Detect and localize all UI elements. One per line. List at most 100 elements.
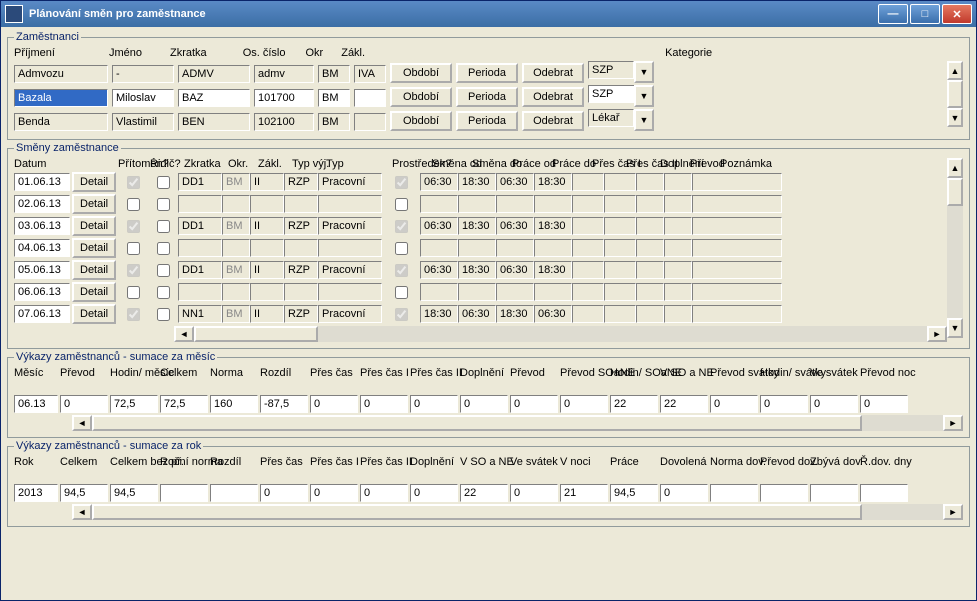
emp-prijmeni[interactable] <box>14 113 108 131</box>
employees-scrollbar[interactable]: ▲ ▼ <box>947 61 963 127</box>
titlebar[interactable]: Plánování směn pro zaměstnance — □ ✕ <box>1 1 976 27</box>
sum-value[interactable] <box>360 484 408 502</box>
odebrat-button[interactable]: Odebrat <box>522 87 584 107</box>
sum-value[interactable] <box>160 395 208 413</box>
detail-button[interactable]: Detail <box>72 172 116 192</box>
emp-jmeno[interactable] <box>112 89 174 107</box>
shift-typ[interactable] <box>318 239 382 257</box>
shift-typvyj[interactable] <box>284 217 318 235</box>
shift-zkratka[interactable] <box>178 217 222 235</box>
shift-zakl[interactable] <box>250 217 284 235</box>
sum-value[interactable] <box>710 484 758 502</box>
shift-zkratka[interactable] <box>178 195 222 213</box>
prevod[interactable] <box>664 217 692 235</box>
prescas2[interactable] <box>604 305 636 323</box>
kategorie-value[interactable] <box>588 109 634 127</box>
prescas2[interactable] <box>604 217 636 235</box>
perioda-button[interactable]: Perioda <box>456 111 518 131</box>
poznamka[interactable] <box>692 283 782 301</box>
prescas2[interactable] <box>604 195 636 213</box>
sum-value[interactable] <box>260 395 308 413</box>
emp-okr[interactable] <box>318 65 350 83</box>
shift-zakl[interactable] <box>250 261 284 279</box>
obdobi-button[interactable]: Období <box>390 87 452 107</box>
ridic-checkbox[interactable] <box>157 308 170 321</box>
sum-value[interactable] <box>560 484 608 502</box>
emp-zkratka[interactable] <box>178 65 250 83</box>
emp-jmeno[interactable] <box>112 65 174 83</box>
scroll-down-icon[interactable]: ▼ <box>947 108 963 127</box>
detail-button[interactable]: Detail <box>72 282 116 302</box>
sum-value[interactable] <box>760 484 808 502</box>
shift-typvyj[interactable] <box>284 261 318 279</box>
scroll-up-icon[interactable]: ▲ <box>947 61 963 80</box>
shift-zakl[interactable] <box>250 173 284 191</box>
prevod[interactable] <box>664 283 692 301</box>
shift-typ[interactable] <box>318 195 382 213</box>
emp-oscislo[interactable] <box>254 65 314 83</box>
prace-od[interactable] <box>496 305 534 323</box>
prevod[interactable] <box>664 195 692 213</box>
shift-zakl[interactable] <box>250 195 284 213</box>
pritomen-checkbox[interactable] <box>127 242 140 255</box>
doplneni[interactable] <box>636 195 664 213</box>
sum-value[interactable] <box>860 484 908 502</box>
sum-value[interactable] <box>660 484 708 502</box>
sum-value[interactable] <box>210 395 258 413</box>
shift-typvyj[interactable] <box>284 283 318 301</box>
prostredek-checkbox[interactable] <box>395 198 408 211</box>
kategorie-combo[interactable]: ▼ <box>588 109 654 131</box>
prostredek-checkbox[interactable] <box>395 220 408 233</box>
scroll-down-icon[interactable]: ▼ <box>947 318 963 338</box>
prescas1[interactable] <box>572 283 604 301</box>
pritomen-checkbox[interactable] <box>127 198 140 211</box>
emp-zakl[interactable] <box>354 113 386 131</box>
prace-od[interactable] <box>496 195 534 213</box>
poznamka[interactable] <box>692 261 782 279</box>
sum-value[interactable] <box>60 484 108 502</box>
perioda-button[interactable]: Perioda <box>456 63 518 83</box>
chevron-down-icon[interactable]: ▼ <box>634 109 654 131</box>
sum-value[interactable] <box>610 484 658 502</box>
shift-typ[interactable] <box>318 283 382 301</box>
prevod[interactable] <box>664 239 692 257</box>
shift-zakl[interactable] <box>250 283 284 301</box>
scroll-left-icon[interactable]: ◄ <box>174 326 194 342</box>
ridic-checkbox[interactable] <box>157 286 170 299</box>
prace-od[interactable] <box>496 239 534 257</box>
prescas1[interactable] <box>572 173 604 191</box>
sum-value[interactable] <box>460 395 508 413</box>
sum-value[interactable] <box>60 395 108 413</box>
shift-date[interactable] <box>14 261 70 279</box>
prescas1[interactable] <box>572 195 604 213</box>
prescas2[interactable] <box>604 283 636 301</box>
emp-prijmeni[interactable] <box>14 89 108 107</box>
sum-value[interactable] <box>810 484 858 502</box>
prevod[interactable] <box>664 261 692 279</box>
ridic-checkbox[interactable] <box>157 198 170 211</box>
shift-date[interactable] <box>14 283 70 301</box>
kategorie-value[interactable] <box>588 85 634 103</box>
sum-value[interactable] <box>860 395 908 413</box>
sum-value[interactable] <box>14 484 58 502</box>
chevron-down-icon[interactable]: ▼ <box>634 85 654 107</box>
perioda-button[interactable]: Perioda <box>456 87 518 107</box>
ridic-checkbox[interactable] <box>157 220 170 233</box>
scroll-right-icon[interactable]: ► <box>943 415 963 431</box>
sum-value[interactable] <box>410 395 458 413</box>
prace-do[interactable] <box>534 195 572 213</box>
sum-value[interactable] <box>160 484 208 502</box>
shift-date[interactable] <box>14 217 70 235</box>
sum-value[interactable] <box>110 484 158 502</box>
scroll-left-icon[interactable]: ◄ <box>72 415 92 431</box>
shift-zakl[interactable] <box>250 305 284 323</box>
smena-od[interactable] <box>420 195 458 213</box>
emp-zakl[interactable] <box>354 89 386 107</box>
scroll-up-icon[interactable]: ▲ <box>947 158 963 178</box>
doplneni[interactable] <box>636 283 664 301</box>
emp-zkratka[interactable] <box>178 113 250 131</box>
smena-do[interactable] <box>458 195 496 213</box>
sum-value[interactable] <box>560 395 608 413</box>
sum-value[interactable] <box>610 395 658 413</box>
shift-date[interactable] <box>14 239 70 257</box>
